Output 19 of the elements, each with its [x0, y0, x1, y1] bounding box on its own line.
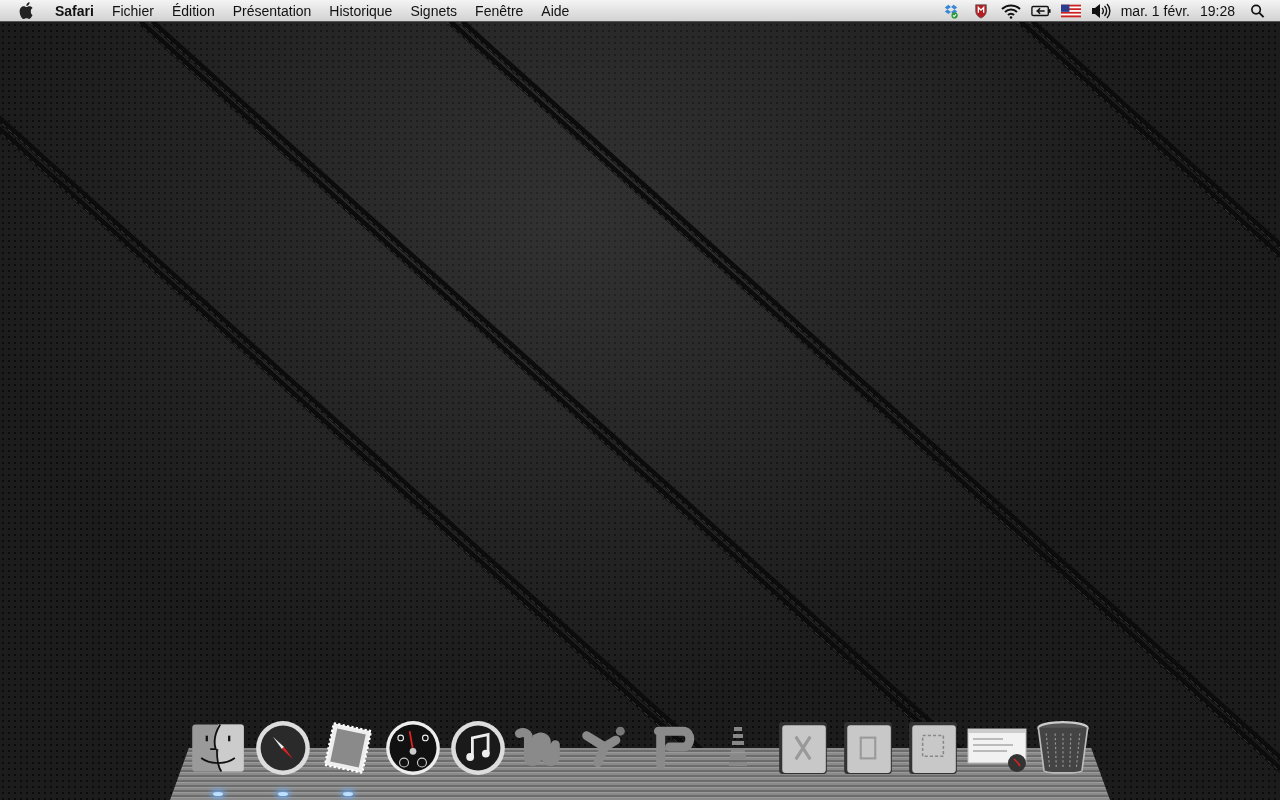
menu-item[interactable]: Fichier: [102, 2, 163, 19]
search-icon[interactable]: [1250, 2, 1265, 19]
trash-icon[interactable]: [1034, 720, 1091, 776]
volume-icon[interactable]: [1090, 2, 1111, 19]
gauge-icon[interactable]: [384, 720, 441, 776]
time-text[interactable]: 19:28: [1194, 2, 1240, 19]
menu-item[interactable]: Édition: [162, 2, 224, 19]
menu-item[interactable]: Présentation: [223, 2, 321, 19]
apple-logo-icon[interactable]: [18, 2, 34, 19]
menu-item[interactable]: Historique: [320, 2, 402, 19]
menu-item[interactable]: Aide: [532, 2, 579, 19]
wifi-icon[interactable]: [1000, 2, 1021, 19]
menu-item[interactable]: Fenêtre: [466, 2, 533, 19]
compass-icon[interactable]: [254, 720, 311, 776]
menu-item[interactable]: Signets: [401, 2, 467, 19]
music-note-icon[interactable]: [449, 720, 506, 776]
app-menu[interactable]: Safari: [46, 2, 103, 19]
date-text[interactable]: mar. 1 févr.: [1115, 2, 1195, 19]
flag-icon[interactable]: [1060, 2, 1081, 19]
